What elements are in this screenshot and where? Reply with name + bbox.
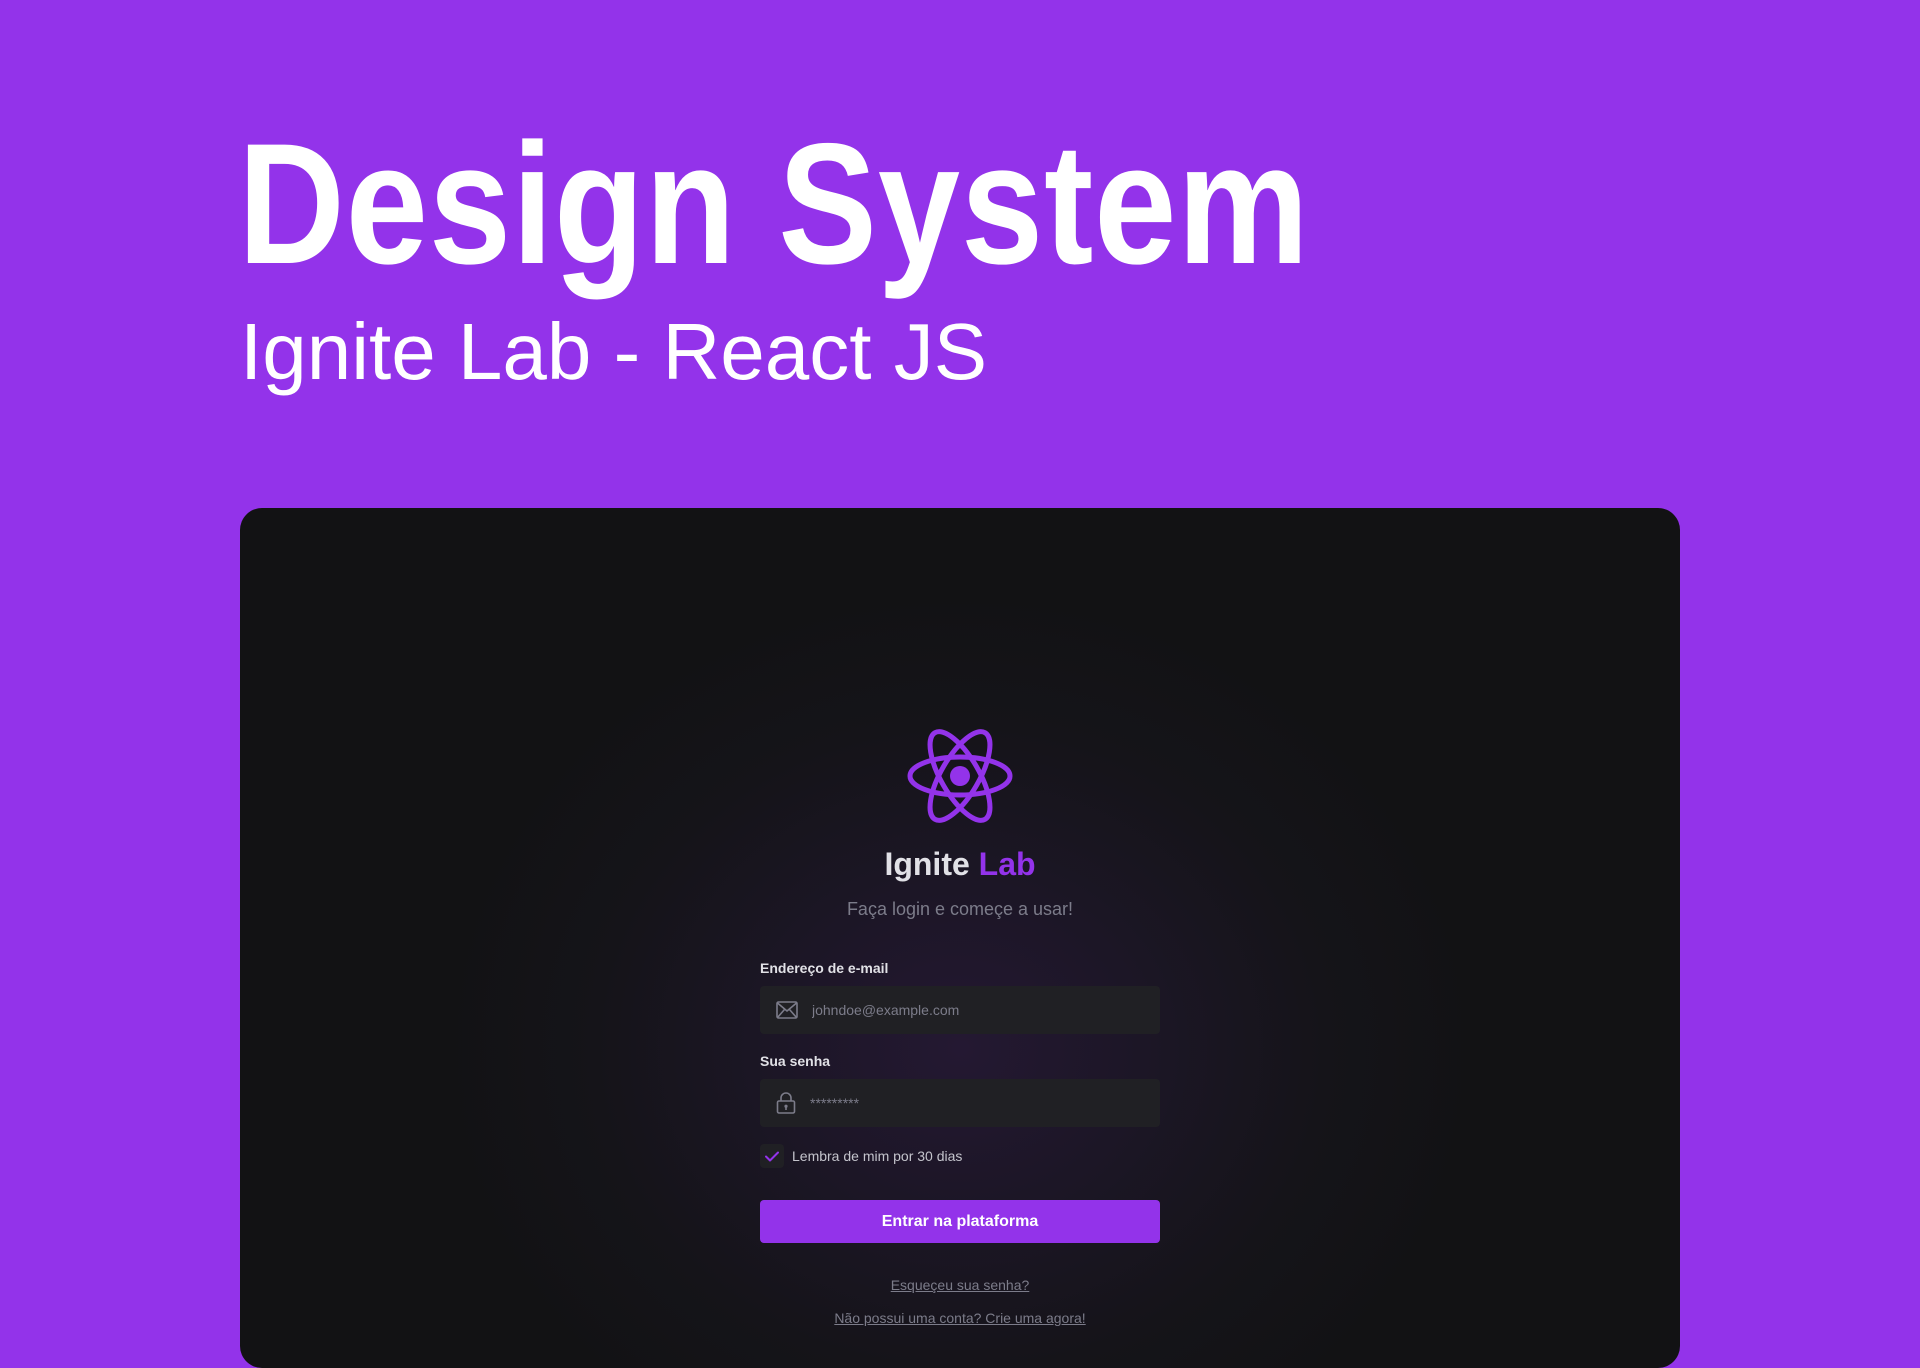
brand-prefix: Ignite (884, 846, 970, 882)
email-label: Endereço de e-mail (760, 960, 889, 976)
password-input[interactable] (810, 1095, 1130, 1111)
check-icon (765, 1151, 779, 1161)
login-submit-button[interactable]: Entrar na plataforma (760, 1200, 1160, 1243)
login-tagline: Faça login e começe a usar! (846, 899, 1074, 919)
password-label: Sua senha (760, 1053, 831, 1069)
brand-suffix: Lab (978, 846, 1036, 882)
remember-label[interactable]: Lembra de mim por 30 dias (792, 1148, 962, 1164)
remember-checkbox[interactable] (760, 1144, 784, 1168)
envelope-icon (776, 1001, 798, 1019)
react-atom-icon (907, 729, 1013, 823)
lock-icon (776, 1092, 796, 1114)
hero-subtitle: Ignite Lab - React JS (240, 307, 988, 396)
remember-me: Lembra de mim por 30 dias (760, 1144, 962, 1168)
forgot-password-link[interactable]: Esqueçeu sua senha? (760, 1278, 1160, 1292)
email-input[interactable] (812, 1002, 1132, 1018)
email-field[interactable] (760, 986, 1160, 1034)
brand-name: Ignite Lab (760, 848, 1160, 880)
hero-title: Design System (238, 108, 1310, 300)
app-preview-window: Ignite Lab Faça login e começe a usar! E… (240, 508, 1680, 1368)
signup-link[interactable]: Não possui uma conta? Crie uma agora! (760, 1311, 1160, 1325)
password-field[interactable] (760, 1079, 1160, 1127)
